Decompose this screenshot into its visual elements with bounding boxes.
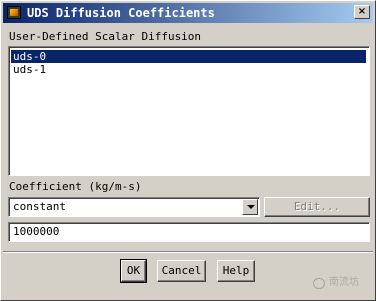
window-title: UDS Diffusion Coefficients (27, 6, 215, 20)
separator (3, 251, 373, 253)
list-item-uds-0[interactable]: uds-0 (11, 50, 366, 63)
list-item-uds-1[interactable]: uds-1 (11, 63, 366, 76)
chevron-down-icon[interactable] (242, 199, 258, 215)
close-button[interactable]: × (354, 5, 370, 19)
help-button[interactable]: Help (217, 260, 255, 282)
coefficient-method-value: constant (13, 200, 66, 213)
scalar-listbox[interactable]: uds-0 uds-1 (8, 46, 370, 176)
watermark: 南流坊 (313, 277, 373, 291)
wechat-icon (313, 278, 325, 289)
edit-button[interactable]: Edit... (264, 197, 370, 217)
close-icon: × (357, 6, 367, 17)
ok-button[interactable]: OK (120, 259, 147, 283)
cancel-button[interactable]: Cancel (157, 260, 206, 282)
coefficient-label: Coefficient (kg/m-s) (9, 180, 142, 193)
scalar-list-label: User-Defined Scalar Diffusion (9, 30, 202, 43)
coefficient-value-input[interactable]: 1000000 (8, 222, 370, 242)
coefficient-method-dropdown[interactable]: constant (8, 197, 260, 217)
fluent-app-icon (7, 6, 21, 19)
title-bar[interactable]: UDS Diffusion Coefficients × (3, 3, 373, 23)
watermark-text: 南流坊 (329, 277, 359, 288)
dialog-window: UDS Diffusion Coefficients × User-Define… (0, 0, 376, 301)
